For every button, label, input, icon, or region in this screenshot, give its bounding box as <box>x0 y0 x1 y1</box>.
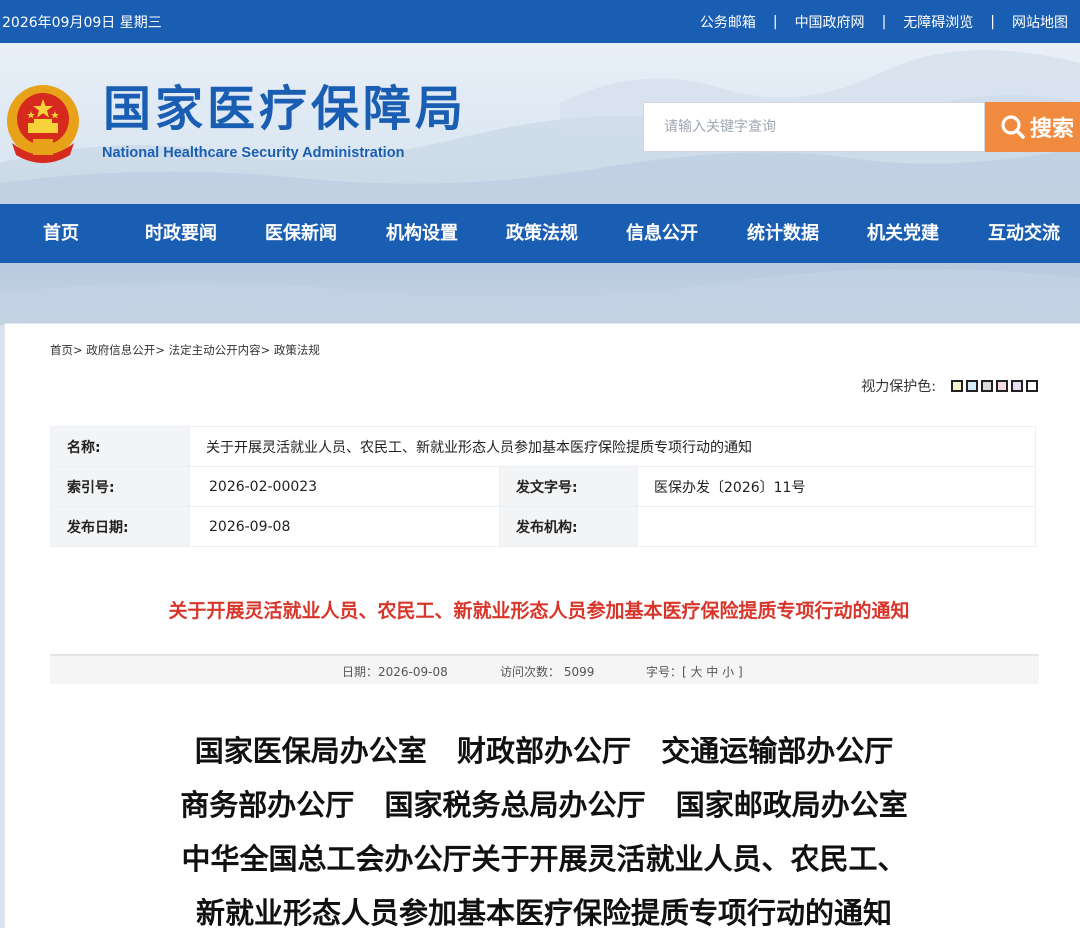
site-header: 国家医疗保障局 National Healthcare Security Adm… <box>0 43 1080 204</box>
decorative-band <box>0 263 1080 325</box>
current-date: 2026年09月09日 星期三 <box>2 14 162 31</box>
band-mountain-background <box>0 268 1080 325</box>
national-emblem-icon <box>7 85 79 163</box>
breadcrumb: 首页> 政府信息公开> 法定主动公开内容> 政策法规 <box>50 342 320 358</box>
document-heading-line: 中华全国总工会办公厅关于开展灵活就业人员、农民工、 <box>181 842 907 876</box>
utility-links: 公务邮箱 | 中国政府网 | 无障碍浏览 | 网站地图 <box>700 12 1068 32</box>
search-box <box>643 102 985 152</box>
eye-care-color-picker: 视力保护色: <box>861 376 1038 396</box>
link-accessibility[interactable]: 无障碍浏览 <box>903 12 973 32</box>
article-date: 日期：2026-09-08 <box>342 665 448 679</box>
publisher-label: 发布机构: <box>499 506 638 547</box>
search-button[interactable]: 搜索 <box>985 102 1080 152</box>
table-row: 名称: 关于开展灵活就业人员、农民工、新就业形态人员参加基本医疗保险提质专项行动… <box>50 426 1036 467</box>
font-size-switcher[interactable]: 字号：[ 大 中 小 ] <box>646 663 743 680</box>
separator: | <box>881 13 887 30</box>
main-nav: 首页 时政要闻 医保新闻 机构设置 政策法规 信息公开 统计数据 机关党建 互动… <box>0 204 1080 263</box>
publish-date-value: 2026-09-08 <box>189 506 500 547</box>
site-subtitle: National Healthcare Security Administrat… <box>102 145 405 161</box>
nav-item-policies[interactable]: 政策法规 <box>506 204 578 263</box>
breadcrumb-statutory[interactable]: 法定主动公开内容> <box>169 343 271 357</box>
breadcrumb-home[interactable]: 首页> <box>50 343 83 357</box>
separator: | <box>772 13 778 30</box>
nav-item-news-politics[interactable]: 时政要闻 <box>145 204 217 263</box>
index-label: 索引号: <box>50 466 190 507</box>
document-heading: 国家医保局办公室 财政部办公厅 交通运输部办公厅 商务部办公厅 国家税务总局办公… <box>5 724 1080 928</box>
eye-care-swatch[interactable] <box>1026 380 1038 392</box>
nav-item-medical-news[interactable]: 医保新闻 <box>265 204 337 263</box>
eye-care-swatch[interactable] <box>966 380 978 392</box>
nav-item-info-disclosure[interactable]: 信息公开 <box>626 204 698 263</box>
document-heading-line: 新就业形态人员参加基本医疗保险提质专项行动的通知 <box>195 896 892 928</box>
table-row: 发布日期: 2026-09-08 发布机构: <box>50 506 1036 547</box>
table-row: 索引号: 2026-02-00023 发文字号: 医保办发〔2026〕11号 <box>50 466 1036 507</box>
publish-date-label: 发布日期: <box>50 506 190 547</box>
index-value: 2026-02-00023 <box>189 466 500 507</box>
eye-care-swatch[interactable] <box>1011 380 1023 392</box>
search-button-label: 搜索 <box>1030 117 1075 142</box>
document-heading-line: 商务部办公厅 国家税务总局办公厅 国家邮政局办公室 <box>180 788 908 822</box>
breadcrumb-policies[interactable]: 政策法规 <box>274 343 320 357</box>
top-utility-bar: 2026年09月09日 星期三 公务邮箱 | 中国政府网 | 无障碍浏览 | 网… <box>0 0 1080 43</box>
nav-item-home[interactable]: 首页 <box>43 204 79 263</box>
site-title: 国家医疗保障局 <box>103 81 468 137</box>
visit-count: 访问次数： 5099 <box>500 665 595 679</box>
eye-care-label: 视力保护色: <box>861 379 936 395</box>
eye-care-swatch[interactable] <box>951 380 963 392</box>
link-sitemap[interactable]: 网站地图 <box>1012 12 1068 32</box>
publisher-value <box>637 506 1036 547</box>
article-panel: 首页> 政府信息公开> 法定主动公开内容> 政策法规 视力保护色: 名称: 关于… <box>4 323 1080 928</box>
nav-item-interaction[interactable]: 互动交流 <box>988 204 1060 263</box>
name-value: 关于开展灵活就业人员、农民工、新就业形态人员参加基本医疗保险提质专项行动的通知 <box>189 426 1036 467</box>
eye-care-swatch[interactable] <box>981 380 993 392</box>
article-info-bar: 日期：2026-09-08 访问次数： 5099 字号：[ 大 中 小 ] <box>50 654 1039 684</box>
search-icon <box>1001 115 1025 139</box>
article-title: 关于开展灵活就业人员、农民工、新就业形态人员参加基本医疗保险提质专项行动的通知 <box>168 600 910 622</box>
document-metadata-table: 名称: 关于开展灵活就业人员、农民工、新就业形态人员参加基本医疗保险提质专项行动… <box>50 426 1036 547</box>
doc-number-label: 发文字号: <box>499 466 638 507</box>
eye-care-swatch[interactable] <box>996 380 1008 392</box>
search-input[interactable] <box>644 103 984 151</box>
link-gov-portal[interactable]: 中国政府网 <box>795 12 865 32</box>
doc-number-value: 医保办发〔2026〕11号 <box>637 466 1036 507</box>
nav-item-statistics[interactable]: 统计数据 <box>747 204 819 263</box>
link-mailbox[interactable]: 公务邮箱 <box>700 12 756 32</box>
name-label: 名称: <box>50 426 190 467</box>
nav-item-party-building[interactable]: 机关党建 <box>867 204 939 263</box>
nav-item-organization[interactable]: 机构设置 <box>386 204 458 263</box>
separator: | <box>990 13 995 30</box>
document-heading-line: 国家医保局办公室 财政部办公厅 交通运输部办公厅 <box>194 734 894 768</box>
breadcrumb-gov-info[interactable]: 政府信息公开> <box>86 343 165 357</box>
